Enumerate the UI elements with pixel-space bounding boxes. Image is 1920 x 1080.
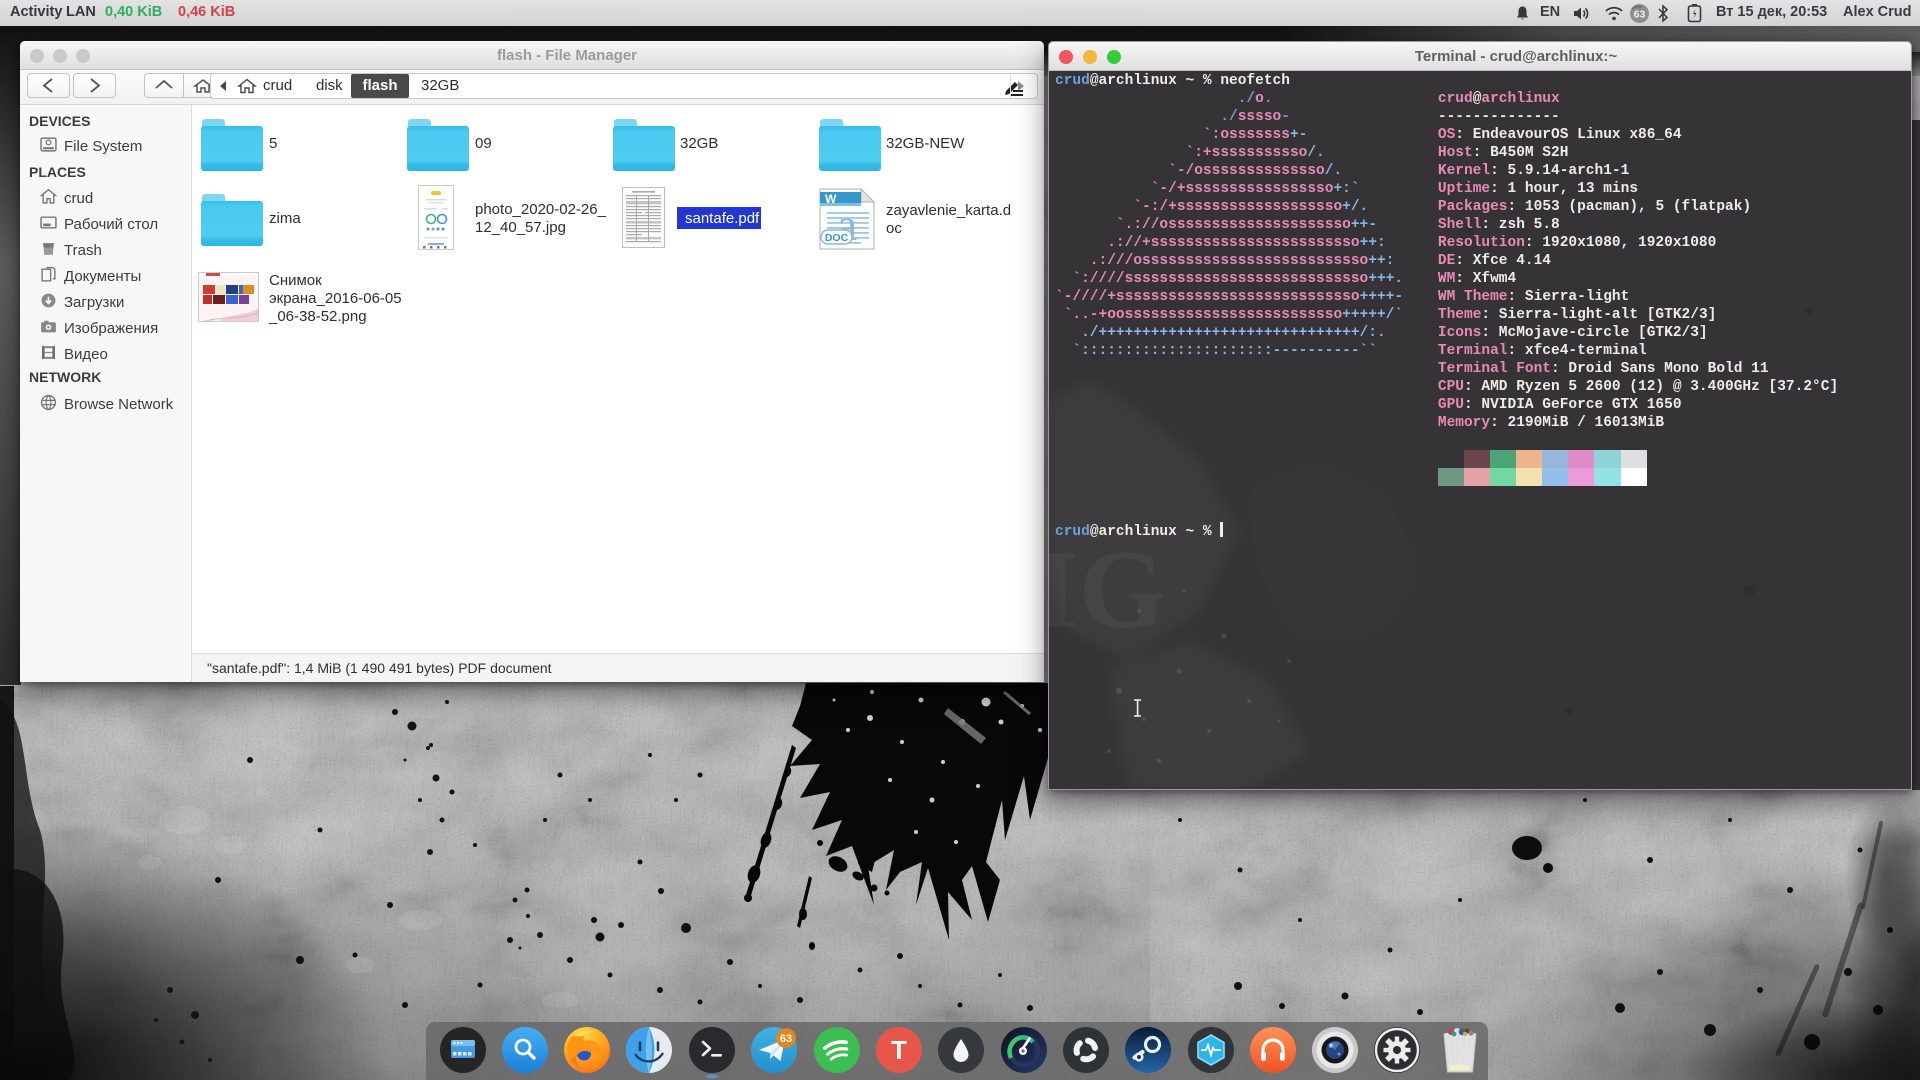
svg-text:T: T <box>891 1035 907 1065</box>
svg-text:63: 63 <box>1634 9 1646 21</box>
svg-text:W: W <box>825 192 837 206</box>
svg-text:IG: IG <box>1049 528 1166 652</box>
svg-text:63: 63 <box>780 1033 792 1045</box>
svg-text:DOC: DOC <box>825 232 849 244</box>
